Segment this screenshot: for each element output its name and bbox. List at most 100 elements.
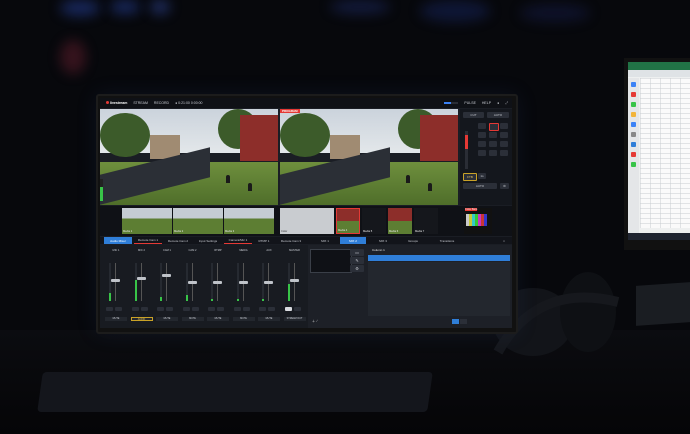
duration-field[interactable]: 1s bbox=[478, 173, 486, 179]
channel-fader[interactable] bbox=[238, 281, 248, 284]
transition-button[interactable] bbox=[489, 150, 497, 156]
menu-record[interactable]: RECORD bbox=[154, 101, 169, 105]
transition-button[interactable] bbox=[500, 141, 508, 147]
desktop-icon[interactable] bbox=[631, 132, 636, 137]
transition-button[interactable] bbox=[478, 141, 486, 147]
tab-remote-cam-2[interactable]: Remote Cam 2 bbox=[164, 237, 192, 244]
tab-groups[interactable]: Groups bbox=[400, 237, 426, 244]
channel-fader[interactable] bbox=[162, 273, 171, 277]
close-panel-icon[interactable]: × bbox=[500, 237, 508, 244]
tab-mix-3[interactable]: MIX 3 bbox=[370, 237, 396, 244]
add-layer-icon[interactable]: ＋ ⟋ bbox=[312, 319, 318, 323]
tab-mix-2[interactable]: MIX 2 bbox=[340, 237, 366, 244]
source-thumb-1[interactable]: Media 1 bbox=[122, 208, 172, 234]
channel-fader[interactable] bbox=[213, 281, 222, 284]
channel-mute-button[interactable] bbox=[259, 307, 266, 311]
transition-button[interactable] bbox=[489, 132, 497, 138]
auto-button[interactable]: AUTO bbox=[463, 183, 497, 189]
channel-mute-button[interactable] bbox=[157, 307, 164, 311]
channel-solo-button[interactable] bbox=[115, 307, 122, 311]
cut-button[interactable]: CUT bbox=[463, 112, 484, 118]
channel-output-button[interactable]: MUTE bbox=[181, 317, 204, 321]
channel-fader[interactable] bbox=[289, 279, 299, 283]
channel-fader[interactable] bbox=[264, 281, 273, 284]
transition-button[interactable] bbox=[478, 123, 486, 129]
tab-remote-cam-3[interactable]: Remote Cam 3 bbox=[276, 237, 306, 244]
view-toggle-button[interactable] bbox=[460, 319, 467, 324]
source-thumb-2[interactable]: Media 2 bbox=[173, 208, 223, 234]
desktop-icon[interactable] bbox=[631, 162, 636, 167]
tab-mix-1[interactable]: MIX 1 bbox=[312, 237, 338, 244]
desktop-icon[interactable] bbox=[631, 122, 636, 127]
desktop-icon[interactable] bbox=[631, 92, 636, 97]
channel-output-button[interactable]: AUDIO bbox=[130, 317, 153, 321]
tab-input-settings[interactable]: Input Settings bbox=[194, 237, 222, 244]
transition-button[interactable] bbox=[500, 150, 508, 156]
program-monitor[interactable]: PROGRAM bbox=[280, 109, 458, 205]
t-bar[interactable] bbox=[465, 131, 468, 169]
view-toggle-button[interactable] bbox=[452, 319, 459, 324]
ftb-button[interactable]: FTB bbox=[463, 173, 477, 181]
channel-solo-button[interactable] bbox=[191, 307, 199, 311]
gear-icon[interactable]: ⚙ bbox=[350, 265, 364, 272]
channel-solo-button[interactable] bbox=[217, 307, 224, 311]
channel-solo-button[interactable] bbox=[242, 307, 250, 311]
source-thumb-3[interactable]: Media 3 bbox=[224, 208, 274, 234]
auto-top-button[interactable]: AUTO bbox=[487, 112, 509, 118]
selected-layer-row[interactable] bbox=[368, 255, 510, 261]
channel-mute-button[interactable] bbox=[106, 307, 113, 311]
channel-mute-button[interactable] bbox=[284, 307, 292, 311]
transition-button[interactable] bbox=[500, 123, 508, 129]
source-thumb-6[interactable]: Media 5 bbox=[362, 208, 386, 234]
source-thumb-9[interactable]: Color Bars bbox=[464, 208, 492, 234]
spreadsheet-grid[interactable] bbox=[640, 78, 690, 228]
source-thumb-8[interactable]: Media 7 bbox=[414, 208, 438, 234]
channel-solo-button[interactable] bbox=[268, 307, 275, 311]
source-thumb-7[interactable]: Media 6 bbox=[388, 208, 412, 234]
transition-button[interactable] bbox=[500, 132, 508, 138]
source-thumb-5[interactable]: Media 4 bbox=[336, 208, 360, 234]
channel-output-button[interactable]: MUTE bbox=[105, 317, 127, 321]
monitor-icon[interactable]: ▭ bbox=[350, 249, 364, 256]
transition-button[interactable] bbox=[478, 132, 486, 138]
menu-pulse[interactable]: PULSE bbox=[464, 101, 475, 105]
tab-transitions[interactable]: Transitions bbox=[432, 237, 462, 244]
desktop-icon[interactable] bbox=[631, 152, 636, 157]
transition-button[interactable] bbox=[489, 141, 497, 147]
desktop-icon[interactable] bbox=[631, 142, 636, 147]
pencil-icon[interactable]: ✎ bbox=[350, 257, 364, 264]
source-thumb-4[interactable]: Color bbox=[280, 208, 334, 234]
t-bar-handle[interactable] bbox=[465, 135, 468, 149]
tab-rtmp-1[interactable]: RTMP 1 bbox=[254, 237, 274, 244]
fullscreen-icon[interactable]: ⤢ bbox=[505, 101, 508, 105]
channel-fader[interactable] bbox=[187, 281, 197, 284]
desktop-icon[interactable] bbox=[631, 102, 636, 107]
desktop-icon[interactable] bbox=[631, 82, 636, 87]
channel-output-button[interactable]: STREAM OUT bbox=[283, 317, 306, 321]
channel-fader-track[interactable] bbox=[166, 263, 167, 301]
channel-solo-button[interactable] bbox=[166, 307, 173, 311]
channel-output-button[interactable]: MUTE bbox=[258, 317, 280, 321]
tab-camera-mic-1[interactable]: Camera/Mic 1 bbox=[224, 237, 252, 244]
mix-preview[interactable] bbox=[310, 249, 352, 273]
channel-solo-button[interactable] bbox=[293, 307, 301, 311]
menu-help[interactable]: HELP bbox=[482, 101, 491, 105]
channel-output-button[interactable]: MUTE bbox=[232, 317, 255, 321]
channel-solo-button[interactable] bbox=[140, 307, 148, 311]
transition-button-selected[interactable] bbox=[489, 123, 499, 131]
channel-fader[interactable] bbox=[136, 277, 146, 281]
menu-stream[interactable]: STREAM bbox=[133, 101, 148, 105]
channel-mute-button[interactable] bbox=[233, 307, 241, 311]
channel-mute-button[interactable] bbox=[131, 307, 139, 311]
channel-fader-track[interactable] bbox=[140, 263, 142, 301]
tab-remote-cam-1[interactable]: Remote Cam 1 bbox=[134, 237, 162, 244]
settings-button[interactable]: ⚙ bbox=[500, 183, 509, 189]
preview-monitor[interactable] bbox=[100, 109, 278, 205]
transition-button[interactable] bbox=[478, 150, 486, 156]
channel-fader[interactable] bbox=[111, 279, 120, 283]
channel-output-button[interactable]: MUTE bbox=[156, 317, 178, 321]
channel-mute-button[interactable] bbox=[182, 307, 190, 311]
desktop-icon[interactable] bbox=[631, 112, 636, 117]
channel-output-button[interactable]: MUTE bbox=[207, 317, 229, 321]
user-icon[interactable]: ● bbox=[497, 101, 499, 105]
